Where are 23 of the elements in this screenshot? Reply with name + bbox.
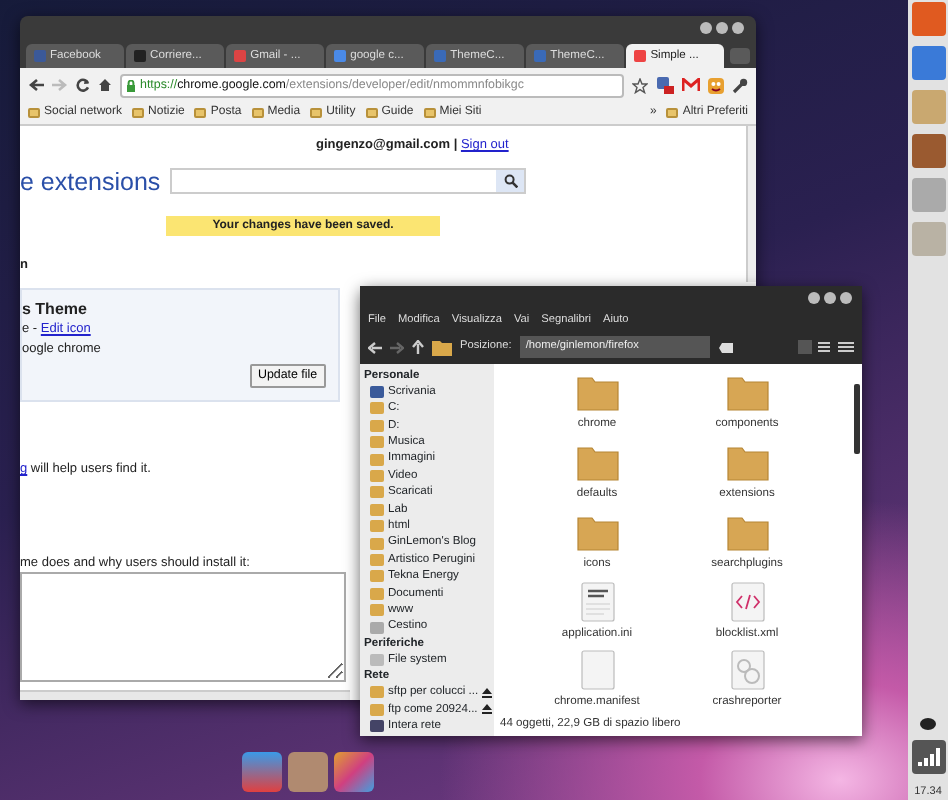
back-icon[interactable] bbox=[28, 78, 44, 92]
eject-icon[interactable] bbox=[481, 704, 492, 715]
star-icon[interactable] bbox=[632, 77, 648, 93]
reload-icon[interactable] bbox=[76, 78, 90, 92]
view-mode-icons[interactable] bbox=[798, 340, 854, 355]
up-icon[interactable] bbox=[412, 340, 424, 355]
page-heading: e extensions bbox=[20, 166, 161, 200]
lock-icon bbox=[126, 79, 136, 91]
forward-icon[interactable] bbox=[390, 341, 404, 354]
extension-icon[interactable] bbox=[656, 76, 674, 94]
code-file-icon[interactable] bbox=[725, 581, 769, 621]
face-icon[interactable] bbox=[708, 77, 724, 93]
text-file-icon[interactable] bbox=[575, 581, 619, 621]
mail-icon[interactable] bbox=[682, 78, 700, 92]
clear-icon[interactable] bbox=[717, 341, 734, 354]
vertical-scrollbar[interactable] bbox=[746, 126, 756, 282]
signal-icon[interactable] bbox=[911, 739, 945, 774]
wrench-icon[interactable] bbox=[732, 77, 748, 93]
eject-icon[interactable] bbox=[482, 687, 493, 698]
horizontal-scrollbar[interactable] bbox=[20, 690, 350, 700]
vertical-scrollbar[interactable] bbox=[854, 383, 860, 454]
description-field[interactable] bbox=[20, 572, 346, 682]
theme-title: s Theme bbox=[22, 298, 87, 322]
